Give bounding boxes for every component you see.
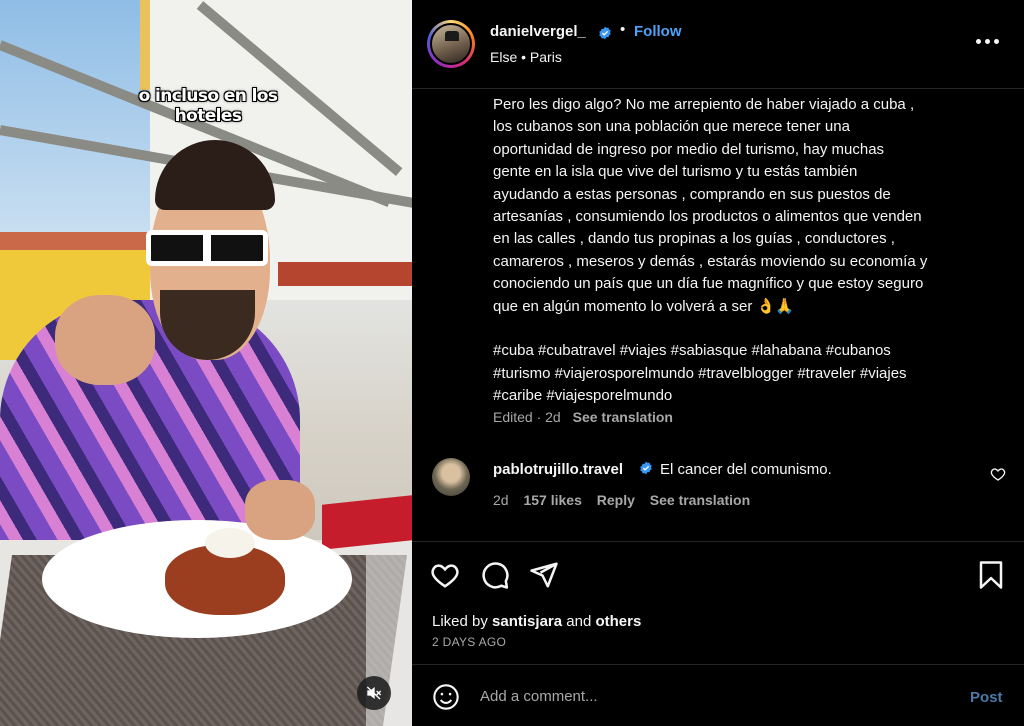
heart-outline-icon[interactable] (990, 466, 1006, 482)
liked-by-and: and (566, 613, 592, 630)
red-awning (278, 262, 412, 286)
subline-separator: • (521, 49, 527, 65)
post-media[interactable]: o incluso en los hoteles (0, 0, 412, 726)
post-header: danielvergel_ • Follow Else • Paris (412, 0, 1024, 89)
hashtag-line[interactable]: #caribe #viajesporelmundo (493, 385, 993, 407)
author-username[interactable]: danielvergel_ (490, 23, 586, 40)
mute-button[interactable] (357, 676, 391, 710)
comment-age: 2d (493, 492, 509, 508)
post-timestamp[interactable]: 2 DAYS AGO (432, 635, 506, 649)
comment-input[interactable] (480, 679, 950, 713)
post-actions: Liked by santisjara and others 2 DAYS AG… (412, 541, 1024, 663)
caption-line: los cubanos son una población que merece… (493, 118, 850, 136)
caption-line: ayudando a estas personas , comprando en… (493, 185, 891, 203)
comment-likes[interactable]: 157 likes (523, 492, 581, 508)
hashtag-line[interactable]: #cuba #cubatravel #viajes #sabiasque #la… (493, 340, 993, 362)
follow-button[interactable]: Follow (634, 23, 682, 40)
location-link[interactable]: Paris (530, 49, 562, 65)
caption-line: gente en la isla que vive del turismo y … (493, 163, 858, 181)
hand-with-fork (55, 295, 155, 385)
edited-timestamp: Edited · 2d (493, 409, 561, 425)
emoji-icon[interactable] (432, 683, 460, 711)
caption-line: camareros , meseros y demás , estarás mo… (493, 252, 928, 270)
verified-badge-icon (640, 461, 652, 475)
video-overlay-caption: o incluso en los hoteles (138, 86, 278, 126)
commenter-username[interactable]: pablotrujillo.travel (493, 461, 623, 478)
see-translation-link[interactable]: See translation (573, 409, 673, 425)
white-sunglasses (146, 230, 268, 266)
verified-badge-icon (599, 26, 611, 40)
caption-line: conociendo un país que un día fue magníf… (493, 275, 924, 293)
comment-item: pablotrujillo.travel El cancer del comun… (432, 456, 1006, 516)
hashtag-line[interactable]: #turismo #viajerosporelmundo #travelblog… (493, 363, 993, 385)
avatar-image (430, 23, 472, 65)
red-napkin (322, 495, 412, 550)
commenter-avatar[interactable] (432, 458, 470, 496)
post-audio-location: Else • Paris (490, 49, 562, 65)
hand (245, 480, 315, 540)
caption-line: artesanías , consumiendo los productos o… (493, 208, 922, 226)
post-comment-button[interactable]: Post (970, 689, 1003, 706)
add-comment-bar: Post (412, 664, 1024, 726)
rice (205, 528, 255, 558)
heart-icon[interactable] (430, 560, 460, 590)
audio-label[interactable]: Else (490, 49, 517, 65)
comment-meta: 2d 157 likes Reply See translation (493, 492, 761, 508)
comment-see-translation[interactable]: See translation (650, 492, 750, 508)
comment-text: El cancer del comunismo. (660, 461, 832, 478)
header-separator: • (620, 21, 626, 38)
caption-line: Pero les digo algo? No me arrepiento de … (493, 96, 915, 113)
liked-by-others[interactable]: others (595, 613, 641, 630)
post-details-panel: danielvergel_ • Follow Else • Paris Pero… (412, 0, 1024, 726)
more-options-icon[interactable] (976, 34, 1002, 48)
caption-meta: Edited · 2d See translation (493, 409, 673, 425)
post-caption: Pero les digo algo? No me arrepiento de … (493, 94, 993, 408)
reply-button[interactable]: Reply (597, 492, 635, 508)
liked-by-prefix: Liked by (432, 613, 488, 630)
share-icon[interactable] (529, 560, 559, 590)
comment-icon[interactable] (480, 560, 510, 590)
caption-line: en las calles , dando tus propinas a los… (493, 230, 895, 248)
liked-by-summary: Liked by santisjara and others (432, 613, 641, 630)
author-avatar[interactable] (427, 20, 475, 68)
caption-line: oportunidad de ingreso por medio del tur… (493, 140, 885, 158)
liked-by-user[interactable]: santisjara (492, 613, 562, 630)
speaker-muted-icon (366, 686, 382, 700)
bookmark-icon[interactable] (976, 560, 1006, 590)
caption-line: que en algún momento lo volverá a ser 👌🙏 (493, 297, 794, 315)
